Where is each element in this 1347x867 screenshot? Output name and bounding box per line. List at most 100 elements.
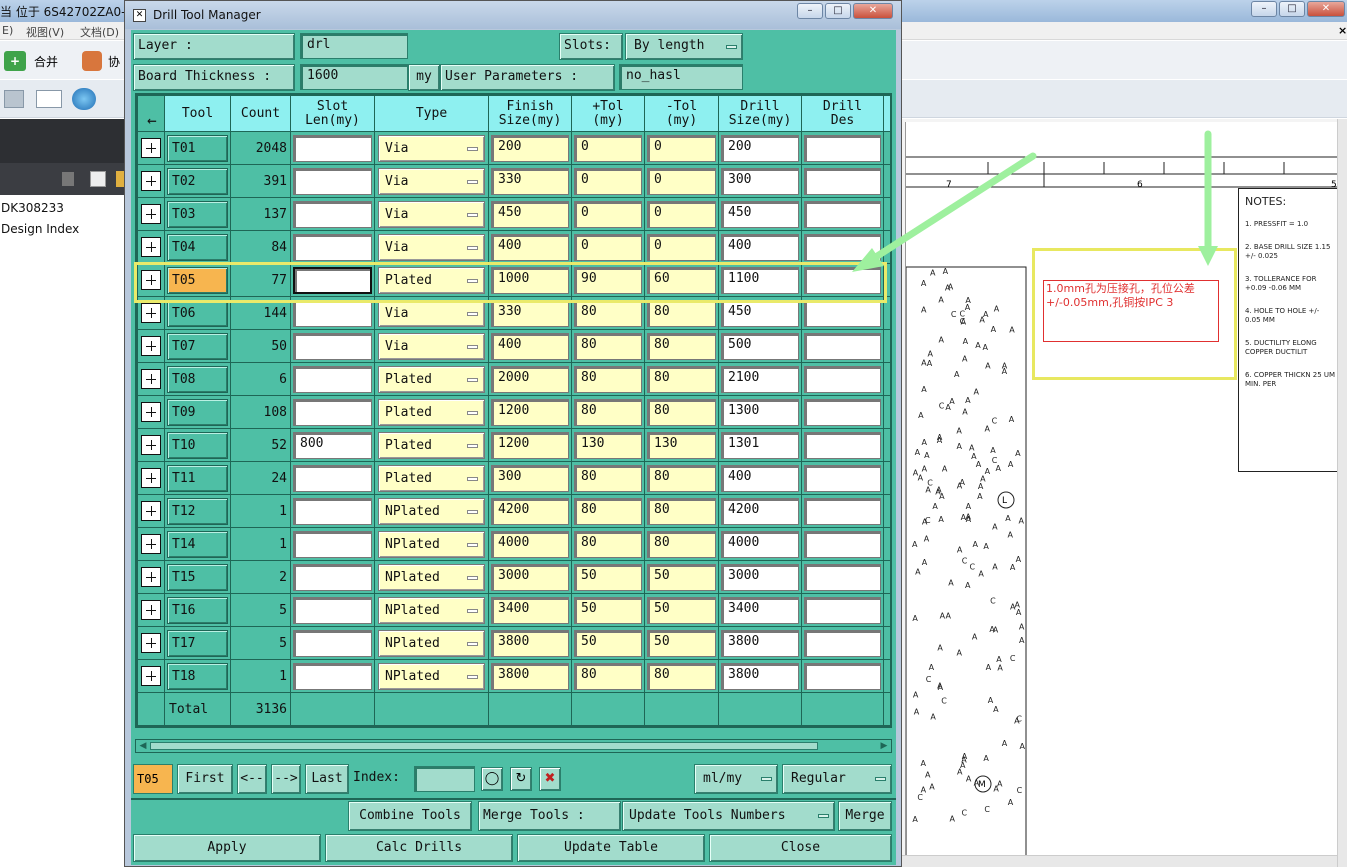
tool-cell[interactable]: T04: [164, 230, 231, 264]
minus-tol-input[interactable]: 80: [647, 299, 716, 327]
row-select-cell[interactable]: [137, 197, 165, 231]
table-row[interactable]: T12 1 NPlated 4200 80 80 4200: [137, 494, 890, 528]
drill-size-input[interactable]: 1300: [721, 398, 799, 426]
slot-length-cell[interactable]: [290, 164, 375, 198]
merge-button[interactable]: Merge: [838, 801, 892, 831]
finish-size-cell[interactable]: 450: [488, 197, 572, 231]
drill-des-input[interactable]: [804, 398, 881, 426]
tool-cell[interactable]: T11: [164, 461, 231, 495]
row-select-cell[interactable]: [137, 527, 165, 561]
type-dropdown[interactable]: NPlated: [378, 530, 485, 558]
finish-size-input[interactable]: 450: [491, 200, 569, 228]
globe-icon[interactable]: [72, 88, 96, 110]
drill-size-input[interactable]: 3400: [721, 596, 799, 624]
drill-des-cell[interactable]: [801, 428, 884, 462]
menu-item-document[interactable]: 文档(D): [80, 24, 119, 40]
index-field[interactable]: [414, 766, 475, 792]
plus-tol-input[interactable]: 80: [574, 332, 642, 360]
drill-size-cell[interactable]: 1300: [718, 395, 802, 429]
type-cell[interactable]: Plated: [374, 395, 489, 429]
slot-length-cell[interactable]: [290, 131, 375, 165]
scroll-left-icon[interactable]: ◀: [138, 741, 148, 751]
slot-length-cell[interactable]: [290, 593, 375, 627]
minus-tol-cell[interactable]: 80: [644, 527, 719, 561]
drill-des-input[interactable]: [804, 497, 881, 525]
row-select-cell[interactable]: [137, 593, 165, 627]
horizontal-scrollbar[interactable]: [900, 855, 1337, 867]
drill-des-cell[interactable]: [801, 527, 884, 561]
minus-tol-input[interactable]: 0: [647, 200, 716, 228]
plus-tol-cell[interactable]: 80: [571, 395, 645, 429]
finish-size-input[interactable]: 4200: [491, 497, 569, 525]
plus-tol-input[interactable]: 0: [574, 167, 642, 195]
drill-size-cell[interactable]: 3400: [718, 593, 802, 627]
drill-size-input[interactable]: 400: [721, 233, 799, 261]
type-cell[interactable]: Via: [374, 164, 489, 198]
drill-des-input[interactable]: [804, 134, 881, 162]
type-cell[interactable]: Plated: [374, 461, 489, 495]
next-button[interactable]: -->: [271, 764, 301, 794]
maximize-icon[interactable]: □: [1279, 1, 1305, 17]
minus-tol-input[interactable]: 80: [647, 662, 716, 690]
type-dropdown[interactable]: Plated: [378, 365, 485, 393]
slot-length-cell[interactable]: [290, 329, 375, 363]
tool-button[interactable]: T10: [167, 431, 228, 459]
drill-des-input[interactable]: [804, 167, 881, 195]
row-select-cell[interactable]: [137, 560, 165, 594]
minus-tol-input[interactable]: 80: [647, 497, 716, 525]
table-row[interactable]: T02 391 Via 330 0 0 300: [137, 164, 890, 198]
row-expand-icon[interactable]: [141, 138, 161, 158]
drill-size-cell[interactable]: 3800: [718, 626, 802, 660]
minus-tol-cell[interactable]: 50: [644, 560, 719, 594]
type-cell[interactable]: Plated: [374, 362, 489, 396]
finish-size-cell[interactable]: 2000: [488, 362, 572, 396]
slot-length-cell[interactable]: [290, 362, 375, 396]
finish-size-cell[interactable]: 1200: [488, 428, 572, 462]
type-cell[interactable]: NPlated: [374, 527, 489, 561]
drill-des-cell[interactable]: [801, 626, 884, 660]
minus-tol-input[interactable]: 0: [647, 233, 716, 261]
type-cell[interactable]: NPlated: [374, 494, 489, 528]
drill-size-cell[interactable]: 1100: [718, 263, 802, 297]
plus-tol-input[interactable]: 0: [574, 233, 642, 261]
tool-cell[interactable]: T03: [164, 197, 231, 231]
document-icon[interactable]: [90, 171, 106, 187]
plus-tol-cell[interactable]: 0: [571, 197, 645, 231]
mode-dropdown[interactable]: Regular: [782, 764, 892, 794]
table-row[interactable]: T17 5 NPlated 3800 50 50 3800: [137, 626, 890, 660]
tool-button[interactable]: T06: [167, 299, 228, 327]
finish-size-input[interactable]: 1200: [491, 431, 569, 459]
tool-button[interactable]: T05: [167, 266, 228, 294]
plus-tol-input[interactable]: 50: [574, 596, 642, 624]
tool-button[interactable]: T16: [167, 596, 228, 624]
row-expand-icon[interactable]: [141, 666, 161, 686]
tool-cell[interactable]: T10: [164, 428, 231, 462]
merge-mode-dropdown[interactable]: Update Tools Numbers: [622, 801, 835, 831]
drill-des-cell[interactable]: [801, 164, 884, 198]
plus-tol-cell[interactable]: 0: [571, 230, 645, 264]
drill-size-input[interactable]: 400: [721, 464, 799, 492]
tool-button[interactable]: T08: [167, 365, 228, 393]
drill-size-input[interactable]: 3800: [721, 662, 799, 690]
plus-tol-input[interactable]: 80: [574, 398, 642, 426]
row-select-cell[interactable]: [137, 428, 165, 462]
table-row[interactable]: T16 5 NPlated 3400 50 50 3400: [137, 593, 890, 627]
slot-length-input[interactable]: [293, 233, 372, 261]
add-icon[interactable]: +: [4, 51, 26, 71]
left-panel-item[interactable]: DK308233: [1, 201, 64, 215]
plus-tol-cell[interactable]: 130: [571, 428, 645, 462]
drill-des-input[interactable]: [804, 563, 881, 591]
dialog-minimize-icon[interactable]: –: [797, 3, 823, 19]
tool-button[interactable]: T04: [167, 233, 228, 261]
plus-tol-input[interactable]: 80: [574, 530, 642, 558]
drill-size-input[interactable]: 300: [721, 167, 799, 195]
finish-size-cell[interactable]: 4000: [488, 527, 572, 561]
left-panel-item[interactable]: Design Index: [1, 222, 79, 236]
drill-des-cell[interactable]: [801, 362, 884, 396]
plus-tol-input[interactable]: 0: [574, 134, 642, 162]
type-dropdown[interactable]: Via: [378, 233, 485, 261]
drill-des-input[interactable]: [804, 200, 881, 228]
row-expand-icon[interactable]: [141, 303, 161, 323]
type-cell[interactable]: NPlated: [374, 626, 489, 660]
drill-size-cell[interactable]: 4000: [718, 527, 802, 561]
